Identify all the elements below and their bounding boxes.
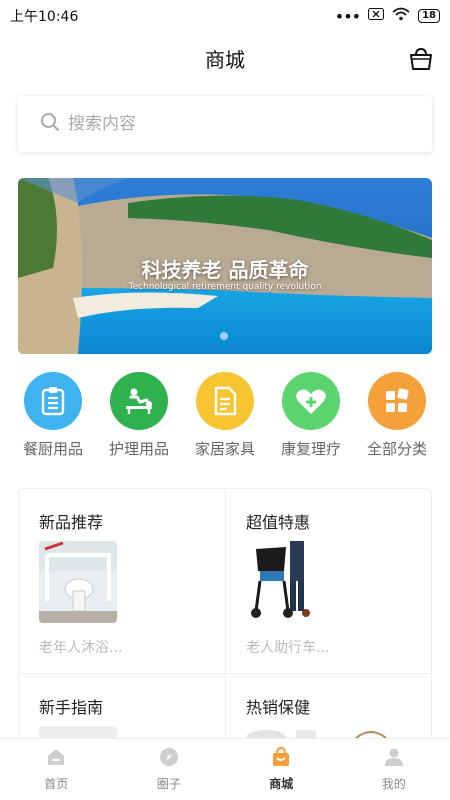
tab-shop[interactable]: 商城 xyxy=(225,739,338,800)
massage-icon xyxy=(110,372,168,430)
carousel-indicator[interactable] xyxy=(220,332,228,340)
category-label: 康复理疗 xyxy=(280,440,341,458)
page-title: 商城 xyxy=(205,47,245,72)
product-image[interactable] xyxy=(246,541,324,623)
status-time: 上午10:46 xyxy=(10,9,79,25)
notification-x-icon xyxy=(368,8,385,24)
category-all[interactable]: 全部分类 xyxy=(354,372,440,459)
shop-icon xyxy=(271,746,291,771)
clipboard-icon xyxy=(24,372,82,430)
bottom-tab-bar: 首页 圈子 商城 我的 xyxy=(0,738,450,800)
search-bar[interactable] xyxy=(18,96,432,152)
tab-community[interactable]: 圈子 xyxy=(113,739,226,800)
category-label: 家居家具 xyxy=(194,440,255,458)
battery-icon: 18 xyxy=(418,9,440,23)
tab-label: 圈子 xyxy=(156,777,181,791)
category-rehab[interactable]: 康复理疗 xyxy=(268,372,354,459)
home-icon xyxy=(46,747,66,771)
tab-label: 我的 xyxy=(381,777,406,791)
category-label: 餐厨用品 xyxy=(22,440,83,458)
section-title: 超值特惠 xyxy=(246,513,311,532)
page-header: 商城 xyxy=(0,36,450,80)
tab-label: 首页 xyxy=(44,777,69,791)
search-input[interactable] xyxy=(68,114,388,134)
user-icon xyxy=(384,747,404,771)
wifi-icon xyxy=(392,7,410,25)
section-title: 新手指南 xyxy=(39,698,104,717)
category-row: 餐厨用品 护理用品 家居家具 康复理疗 全部分类 xyxy=(10,372,440,459)
grid-icon xyxy=(368,372,426,430)
document-icon xyxy=(196,372,254,430)
product-name: 老年人沐浴... xyxy=(39,640,123,656)
promo-banner[interactable]: 科技养老 品质革命 Technological retirement quali… xyxy=(18,178,432,354)
status-icons: ••• 18 xyxy=(335,7,440,26)
section-beginner-guide[interactable]: 新手指南 xyxy=(19,674,226,747)
category-furniture[interactable]: 家居家具 xyxy=(182,372,268,459)
search-icon xyxy=(40,112,60,136)
tab-profile[interactable]: 我的 xyxy=(338,739,450,800)
compass-icon xyxy=(159,747,179,771)
banner-title: 科技养老 品质革命 xyxy=(141,258,309,282)
section-special-offers[interactable]: 超值特惠 老人助行车... xyxy=(226,489,431,673)
banner-subtitle: Technological retirement quality revolut… xyxy=(128,282,322,292)
status-bar: 上午10:46 ••• 18 xyxy=(0,0,450,32)
tab-home[interactable]: 首页 xyxy=(0,739,113,800)
category-label: 护理用品 xyxy=(108,440,169,458)
section-hot-health[interactable]: 热销保健 xyxy=(226,674,431,747)
tab-label: 商城 xyxy=(269,777,294,791)
heart-plus-icon xyxy=(282,372,340,430)
more-dots-icon: ••• xyxy=(334,6,361,26)
category-label: 全部分类 xyxy=(366,440,427,458)
category-nursing[interactable]: 护理用品 xyxy=(96,372,182,459)
product-image[interactable] xyxy=(39,541,117,623)
section-title: 热销保健 xyxy=(246,698,311,717)
section-new-arrivals[interactable]: 新品推荐 老年人沐浴... xyxy=(19,489,226,673)
product-name: 老人助行车... xyxy=(246,640,330,656)
shopping-basket-icon[interactable] xyxy=(408,46,434,72)
category-kitchen[interactable]: 餐厨用品 xyxy=(10,372,96,459)
section-grid: 新品推荐 老年人沐浴... 超值特惠 老人助行车... 新手指南 热销保健 xyxy=(18,488,432,748)
section-title: 新品推荐 xyxy=(39,513,104,532)
